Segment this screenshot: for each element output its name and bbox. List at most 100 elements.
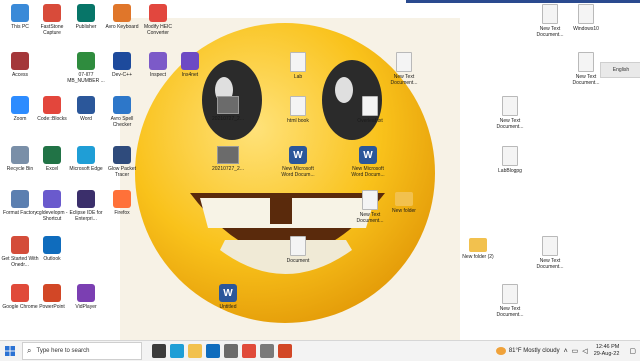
taskbar-settings-icon[interactable] [260, 344, 274, 358]
right-2-icon [578, 52, 594, 72]
desktop-icon-access[interactable]: Access [0, 52, 40, 78]
desktop-icon-label: Untitled [219, 304, 237, 310]
desktop-icon-docx-file[interactable]: W Untitled [208, 284, 248, 310]
desktop-icon-label: Dev-C++ [111, 72, 132, 78]
chrome-icon [11, 284, 29, 302]
desktop-icon-label: New Microsoft Word Docum... [351, 166, 385, 178]
eclipse-icon [77, 190, 95, 208]
doc-plain-icon [290, 236, 306, 256]
desktop-icon-dev-cpp[interactable]: Dev-C++ [102, 52, 142, 78]
desktop-icon-right-1[interactable]: New Text Document... [530, 4, 570, 38]
desktop-icon-edge[interactable]: Microsoft Edge [66, 146, 106, 172]
desktop-icon-vs-purple[interactable]: Ins4net [170, 52, 210, 78]
cp-shortcut-icon [43, 190, 61, 208]
desktop-icon-eclipse[interactable]: Eclipse IDE for Enterpri... [66, 190, 106, 222]
clock[interactable]: 12:46 PM 29-Aug-22 [594, 344, 620, 358]
desktop-icon-label: Eclipse IDE for Enterpri... [69, 210, 103, 222]
taskbar-file-explorer-icon[interactable] [188, 344, 202, 358]
search-icon: ⌕ [27, 346, 32, 355]
network-icon[interactable]: ▭ [572, 347, 579, 355]
html-book-icon [290, 96, 306, 116]
weather-text[interactable]: 81°F Mostly cloudy [509, 348, 560, 354]
desktop-icon-doc-2[interactable]: W New Microsoft Word Docum... [348, 146, 388, 178]
desktop-icon-avro-keyboard[interactable]: Avro Keyboard [102, 4, 142, 30]
desktop-icon-vlc[interactable]: VidPlayer [66, 284, 106, 310]
taskbar-chrome-icon[interactable] [242, 344, 256, 358]
desktop-icon-right-5[interactable]: New folder (2) [458, 236, 498, 260]
taskbar-powerpoint-icon[interactable] [278, 344, 292, 358]
search-placeholder: Type here to search [36, 348, 90, 354]
desktop-icon-outlook[interactable]: Outlook [32, 236, 72, 262]
doc-1-icon: W [289, 146, 307, 164]
desktop-icon-img-2[interactable]: 20210727_2... [208, 146, 248, 172]
word-icon [77, 96, 95, 114]
desktop-icon-label: Avro Keyboard [105, 24, 139, 30]
desktop-icon-label: Microsoft Edge [69, 166, 103, 172]
right-3-icon [502, 96, 518, 116]
vs-blue-icon [149, 52, 167, 70]
get-started-icon [11, 236, 29, 254]
desktop-icon-right-7[interactable]: New Text Document... [490, 284, 530, 318]
taskbar-store-icon[interactable] [224, 344, 238, 358]
right-5-icon [469, 238, 487, 252]
desktop-icon-right-4[interactable]: Windows10 [566, 4, 606, 32]
window-edge [406, 0, 640, 3]
volume-icon[interactable]: ◁ [582, 347, 587, 355]
fast-stone-icon [43, 4, 61, 22]
docx-file-icon: W [219, 284, 237, 302]
desktop-icon-overleaf[interactable]: Overleaf.txt [350, 96, 390, 124]
desktop-icon-label: Access [11, 72, 29, 78]
desktop-icon-word[interactable]: Word [66, 96, 106, 122]
desktop-icon-label: Word [80, 116, 92, 122]
desktop-icon-publisher[interactable]: Publisher [66, 4, 106, 30]
desktop-icon-label: Overleaf.txt [357, 118, 383, 124]
new-text-2-icon [362, 190, 378, 210]
desktop-icon-new-text-1[interactable]: New Text Document... [384, 52, 424, 86]
powerpoint-icon [43, 284, 61, 302]
desktop-icon-label: Document [286, 258, 310, 264]
desktop-icon-html-book[interactable]: html book [278, 96, 318, 124]
desktop-icon-label: 20210727_2... [212, 166, 244, 172]
clock-date: 29-Aug-22 [593, 351, 620, 357]
desktop-icon-new-folder[interactable]: New folder [384, 190, 424, 214]
desktop-icon-icecream[interactable]: Modify HEIC Converter [138, 4, 178, 36]
desktop-icon-mb-number[interactable]: 07-ll77 MB_NUMBER ... [66, 52, 106, 84]
new-folder-icon [395, 192, 413, 206]
desktop-icon-right-8[interactable]: LabBlogpg [490, 146, 530, 174]
desktop-icon-firefox[interactable]: Firefox [102, 190, 142, 216]
dev-cpp-icon [113, 52, 131, 70]
vs-purple-icon [181, 52, 199, 70]
desktop-icon-right-6[interactable]: New Text Document... [530, 236, 570, 270]
outlook-icon [43, 236, 61, 254]
desktop-icon-label: Lab [293, 74, 303, 80]
taskbar-task-view-icon[interactable] [152, 344, 166, 358]
desktop-icon-lab[interactable]: Lab [278, 52, 318, 80]
desktop-icon-doc-plain[interactable]: Document [278, 236, 318, 264]
desktop-icon-label: LabBlogpg [498, 168, 522, 174]
desktop: This PC FastStone Capture Publisher Avro Ke… [0, 0, 640, 340]
desktop-icon-label: New Microsoft Word Docum... [281, 166, 315, 178]
desktop-icon-img-1[interactable]: 20210727_2... [208, 96, 248, 122]
notifications-icon[interactable]: ▢ [629, 347, 636, 355]
start-button[interactable] [0, 341, 20, 361]
desktop-icon-doc-1[interactable]: W New Microsoft Word Docum... [278, 146, 318, 178]
avro-spell-icon [113, 96, 131, 114]
taskbar-search[interactable]: ⌕ Type here to search [22, 342, 142, 360]
taskbar-edge-icon[interactable] [170, 344, 184, 358]
taskbar-mail-icon[interactable] [206, 344, 220, 358]
language-bar[interactable]: English [600, 62, 640, 78]
desktop-icon-glow-packet[interactable]: Glow Packet Tracer [102, 146, 142, 178]
img-1-icon [217, 96, 239, 114]
desktop-icon-label: Ins4net [181, 72, 199, 78]
desktop-icon-label: VidPlayer [75, 304, 97, 310]
chevron-up-icon[interactable]: ˄ [564, 348, 568, 355]
desktop-icon-label: New Text Document... [536, 258, 564, 270]
desktop-icon-label: Firefox [114, 210, 130, 216]
doc-2-icon: W [359, 146, 377, 164]
icecream-icon [149, 4, 167, 22]
desktop-icon-right-3[interactable]: New Text Document... [490, 96, 530, 130]
desktop-icon-label: New Text Document... [496, 306, 524, 318]
desktop-icon-avro-spell[interactable]: Avro Spell Checker [102, 96, 142, 128]
firefox-icon [113, 190, 131, 208]
desktop-icon-label: 07-ll77 MB_NUMBER ... [67, 72, 105, 84]
